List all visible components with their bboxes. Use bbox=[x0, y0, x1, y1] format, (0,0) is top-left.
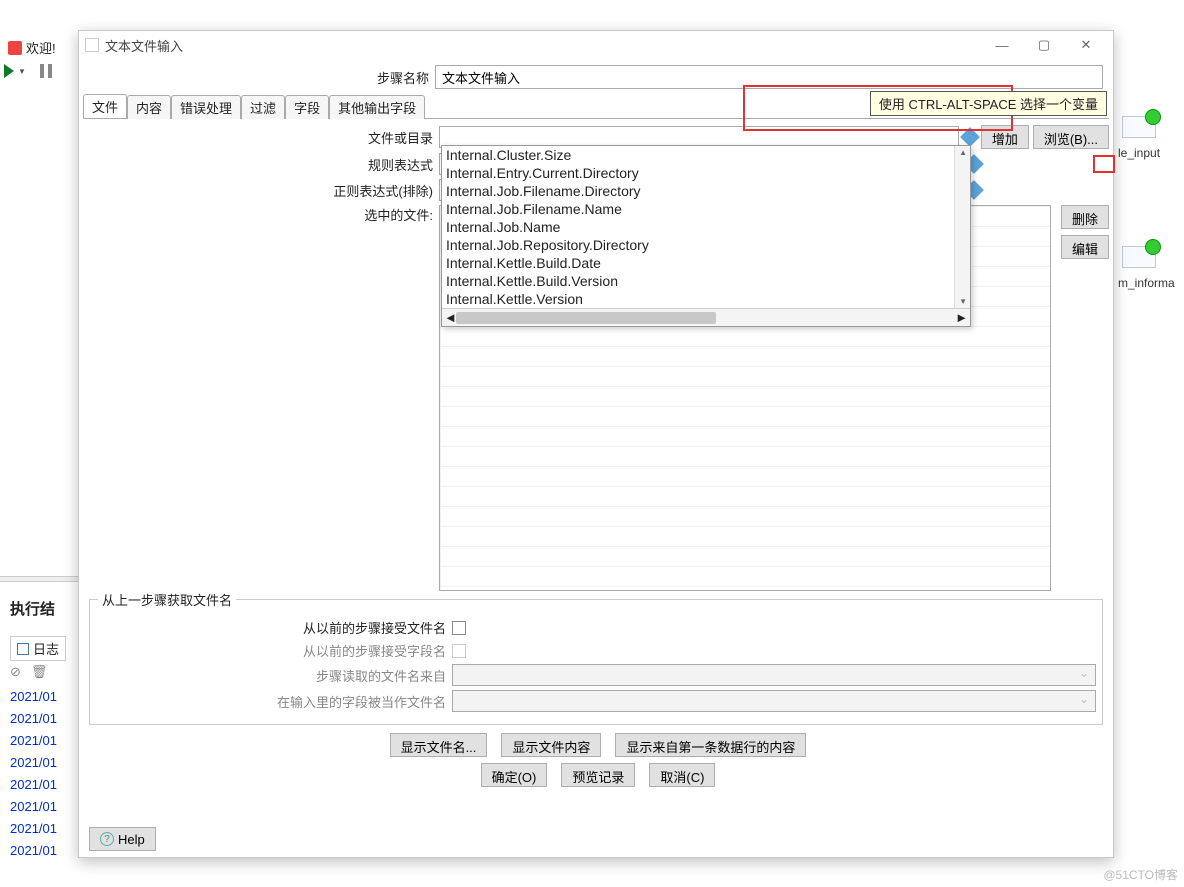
accept-fieldnames-checkbox bbox=[452, 644, 466, 658]
delete-button[interactable]: 删除 bbox=[1061, 205, 1109, 229]
log-line: 2021/01 bbox=[10, 708, 57, 730]
log-toolbar: ⊘ 🗑 bbox=[10, 664, 47, 680]
log-line: 2021/01 bbox=[10, 840, 57, 862]
log-tab[interactable]: 日志 bbox=[10, 636, 66, 661]
log-line: 2021/01 bbox=[10, 686, 57, 708]
step-badge-2[interactable] bbox=[1122, 246, 1156, 268]
selected-files-label: 选中的文件: bbox=[83, 205, 439, 591]
run-toolbar: ▼ bbox=[4, 64, 52, 78]
dropdown-item[interactable]: Internal.Job.Name bbox=[442, 218, 970, 236]
tab-error[interactable]: 错误处理 bbox=[171, 95, 241, 119]
step-badge-1[interactable] bbox=[1122, 116, 1156, 138]
cancel-button[interactable]: 取消(C) bbox=[649, 763, 715, 787]
variable-tooltip: 使用 CTRL-ALT-SPACE 选择一个变量 bbox=[870, 91, 1107, 116]
step-name-input[interactable] bbox=[435, 65, 1103, 89]
clear-log-icon[interactable]: ⊘ bbox=[10, 664, 21, 680]
dropdown-item[interactable]: Internal.Job.Filename.Directory bbox=[442, 182, 970, 200]
tab-content[interactable]: 内容 bbox=[127, 95, 171, 119]
close-button[interactable]: ✕ bbox=[1065, 34, 1107, 56]
accept-filenames-label: 从以前的步骤接受文件名 bbox=[96, 618, 452, 637]
play-icon[interactable] bbox=[4, 64, 14, 78]
field-as-filename-label: 在输入里的字段被当作文件名 bbox=[96, 692, 452, 711]
source-step-combo bbox=[452, 664, 1096, 686]
tab-other[interactable]: 其他输出字段 bbox=[329, 95, 425, 119]
welcome-label: 欢迎! bbox=[26, 38, 56, 57]
log-line: 2021/01 bbox=[10, 818, 57, 840]
execution-results-heading: 执行结 bbox=[10, 598, 55, 619]
titlebar: 文本文件输入 — ▢ ✕ bbox=[79, 31, 1113, 59]
help-button[interactable]: ? Help bbox=[89, 827, 156, 851]
dropdown-hscroll[interactable]: ◄► bbox=[442, 308, 970, 326]
dropdown-item[interactable]: Internal.Kettle.Build.Date bbox=[442, 254, 970, 272]
log-lines: 2021/01 2021/01 2021/01 2021/01 2021/01 … bbox=[10, 686, 57, 862]
preview-button[interactable]: 预览记录 bbox=[561, 763, 635, 787]
step-name-row: 步骤名称 bbox=[79, 59, 1113, 95]
dropdown-item[interactable]: Internal.Cluster.Size bbox=[442, 146, 970, 164]
help-area: ? Help bbox=[85, 827, 156, 851]
dropdown-item[interactable]: Internal.Job.Repository.Directory bbox=[442, 236, 970, 254]
file-tab-body: 文件或目录 增加 浏览(B)... 规则表达式 正则表达式(排除) Intern… bbox=[79, 119, 1113, 795]
log-tab-label: 日志 bbox=[33, 639, 59, 658]
variable-dropdown[interactable]: Internal.Cluster.Size Internal.Entry.Cur… bbox=[441, 145, 971, 327]
dropdown-item[interactable]: Internal.Job.Filename.Name bbox=[442, 200, 970, 218]
prev-step-group: 从上一步骤获取文件名 从以前的步骤接受文件名 从以前的步骤接受字段名 步骤读取的… bbox=[89, 599, 1103, 725]
log-line: 2021/01 bbox=[10, 774, 57, 796]
regex-label: 规则表达式 bbox=[83, 155, 439, 174]
help-label: Help bbox=[118, 832, 145, 847]
play-dropdown-icon[interactable]: ▼ bbox=[18, 67, 26, 76]
text-file-input-dialog: 文本文件输入 — ▢ ✕ 步骤名称 文件 内容 错误处理 过滤 字段 其他输出字… bbox=[78, 30, 1114, 858]
add-button[interactable]: 增加 bbox=[981, 125, 1029, 149]
accept-filenames-checkbox[interactable] bbox=[452, 621, 466, 635]
step-name-label: 步骤名称 bbox=[79, 68, 435, 87]
dialog-buttons-row: 确定(O) 预览记录 取消(C) bbox=[83, 763, 1109, 787]
log-line: 2021/01 bbox=[10, 796, 57, 818]
tab-filter[interactable]: 过滤 bbox=[241, 95, 285, 119]
dialog-icon bbox=[85, 38, 99, 52]
show-filenames-button[interactable]: 显示文件名... bbox=[390, 733, 488, 757]
accept-fieldnames-label: 从以前的步骤接受字段名 bbox=[96, 641, 452, 660]
tabbar: 文件 内容 错误处理 过滤 字段 其他输出字段 使用 CTRL-ALT-SPAC… bbox=[83, 95, 1109, 119]
dropdown-item[interactable]: Internal.Entry.Current.Directory bbox=[442, 164, 970, 182]
step-label-1: le_input bbox=[1118, 146, 1160, 160]
show-first-row-button[interactable]: 显示来自第一条数据行的内容 bbox=[615, 733, 806, 757]
show-content-button[interactable]: 显示文件内容 bbox=[501, 733, 601, 757]
dropdown-vscroll[interactable] bbox=[954, 146, 970, 308]
file-or-dir-label: 文件或目录 bbox=[83, 128, 439, 147]
watermark: @51CTO博客 bbox=[1103, 866, 1178, 883]
ok-button[interactable]: 确定(O) bbox=[481, 763, 548, 787]
show-buttons-row: 显示文件名... 显示文件内容 显示来自第一条数据行的内容 bbox=[83, 733, 1109, 757]
welcome-tab[interactable]: 欢迎! bbox=[8, 38, 56, 57]
dropdown-item[interactable]: Internal.Kettle.Build.Version bbox=[442, 272, 970, 290]
regex-exclude-label: 正则表达式(排除) bbox=[83, 181, 439, 200]
splitter[interactable] bbox=[0, 576, 78, 582]
field-as-filename-combo bbox=[452, 690, 1096, 712]
edit-button[interactable]: 编辑 bbox=[1061, 235, 1109, 259]
tab-fields[interactable]: 字段 bbox=[285, 95, 329, 119]
log-icon bbox=[17, 643, 29, 655]
pause-icon[interactable] bbox=[40, 64, 52, 78]
log-line: 2021/01 bbox=[10, 730, 57, 752]
browse-button[interactable]: 浏览(B)... bbox=[1033, 125, 1109, 149]
group-legend: 从上一步骤获取文件名 bbox=[98, 590, 236, 609]
minimize-button[interactable]: — bbox=[981, 34, 1023, 56]
log-line: 2021/01 bbox=[10, 752, 57, 774]
tab-file[interactable]: 文件 bbox=[83, 94, 127, 118]
maximize-button[interactable]: ▢ bbox=[1023, 34, 1065, 56]
variable-picker-icon[interactable] bbox=[960, 127, 980, 147]
delete-log-icon[interactable]: 🗑 bbox=[31, 664, 48, 680]
dropdown-item[interactable]: Internal.Kettle.Version bbox=[442, 290, 970, 308]
welcome-icon bbox=[8, 41, 22, 55]
help-icon: ? bbox=[100, 832, 114, 846]
step-label-2: m_informa bbox=[1118, 276, 1175, 290]
source-step-label: 步骤读取的文件名来自 bbox=[96, 666, 452, 685]
dialog-title: 文本文件输入 bbox=[105, 36, 981, 55]
